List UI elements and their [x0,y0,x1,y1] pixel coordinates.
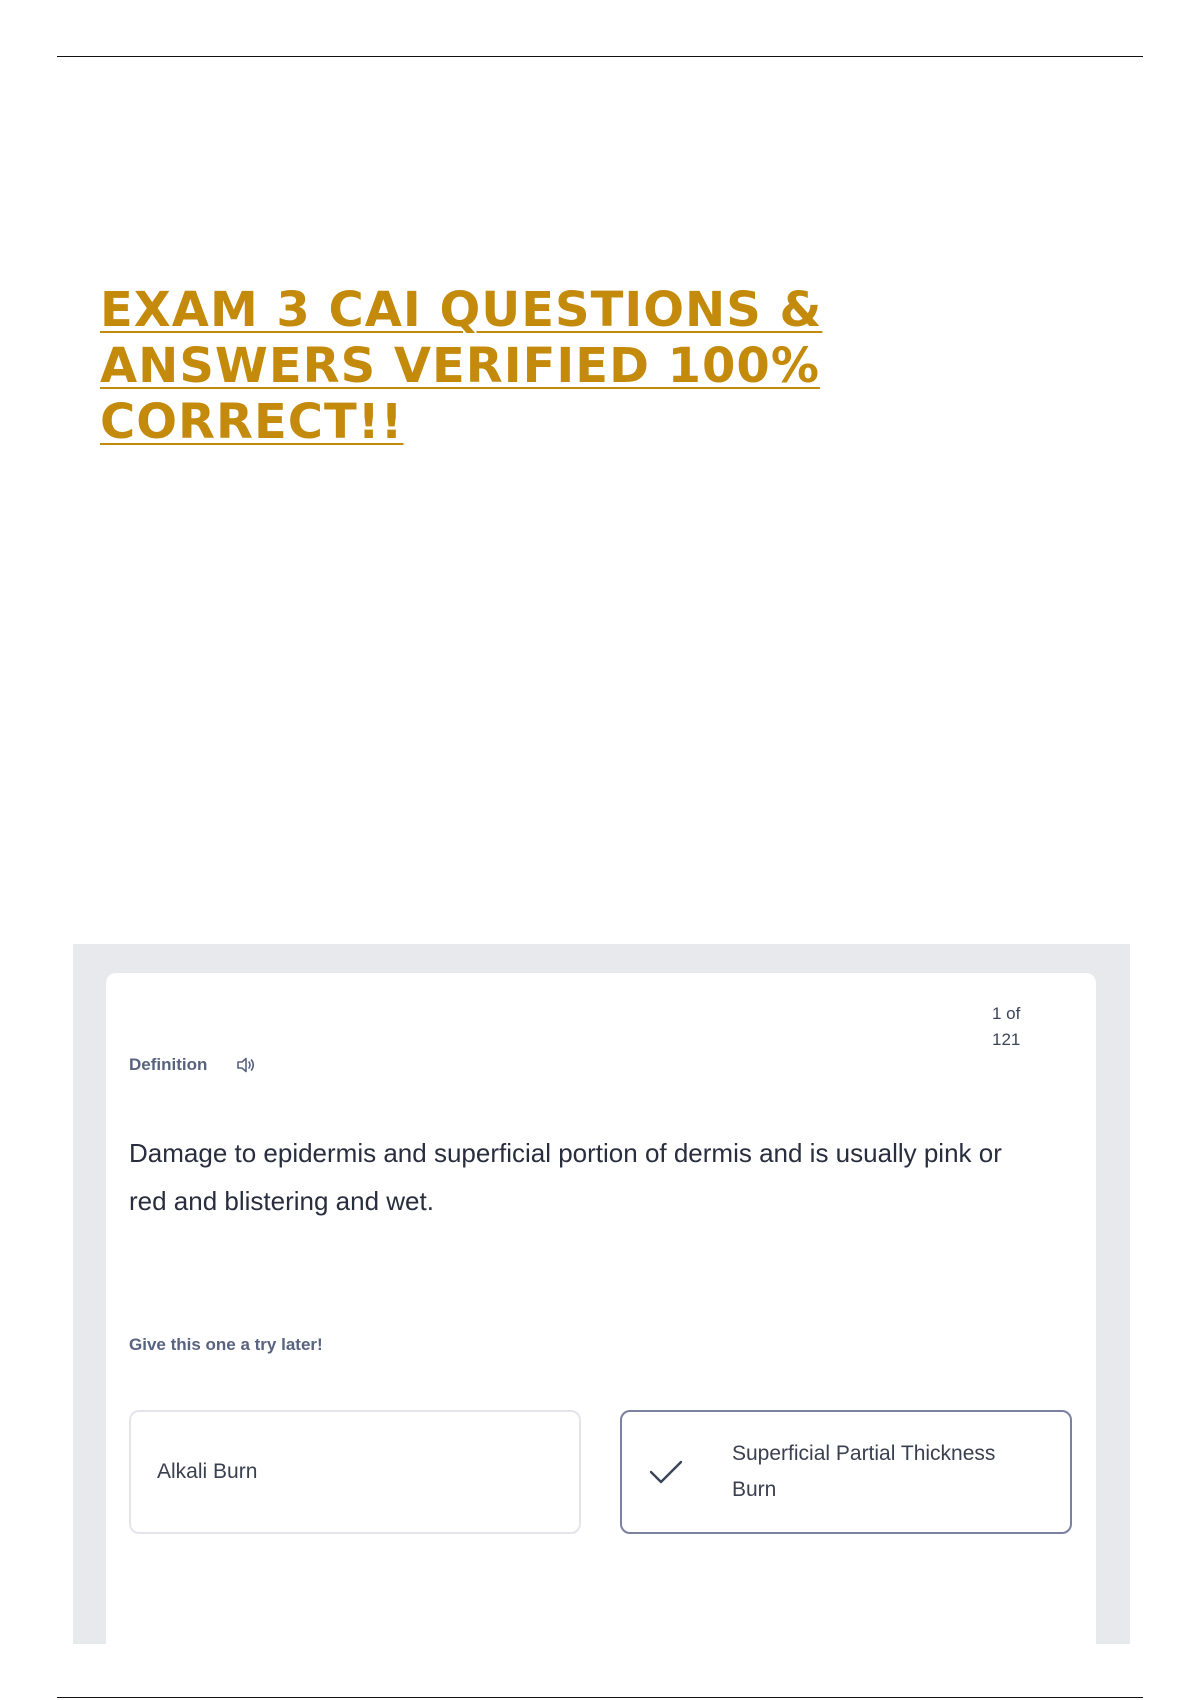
document-title: EXAM 3 CAI QUESTIONS & ANSWERS VERIFIED … [100,282,823,450]
answer-option-alkali-burn[interactable]: Alkali Burn [129,1410,581,1534]
answer-option-label: Alkali Burn [157,1460,258,1483]
top-rule [57,56,1143,57]
try-later-hint: Give this one a try later! [129,1335,323,1354]
answer-option-superficial-partial-thickness-burn[interactable]: Superficial Partial Thickness Burn [620,1410,1072,1534]
answer-option-label: Superficial Partial Thickness Burn [732,1442,996,1501]
bottom-rule [57,1697,1143,1698]
definition-text: Damage to epidermis and superficial port… [129,1138,1002,1216]
check-icon [648,1457,684,1487]
speaker-icon[interactable] [235,1055,257,1075]
flashcard-panel: 1 of 121 Definition Damage to epidermis … [73,944,1130,1673]
card-counter: 1 of 121 [992,1004,1021,1049]
definition-label: Definition [129,1055,208,1074]
term-label-row: Definition [129,1055,257,1075]
flashcard: 1 of 121 Definition Damage to epidermis … [106,973,1096,1673]
